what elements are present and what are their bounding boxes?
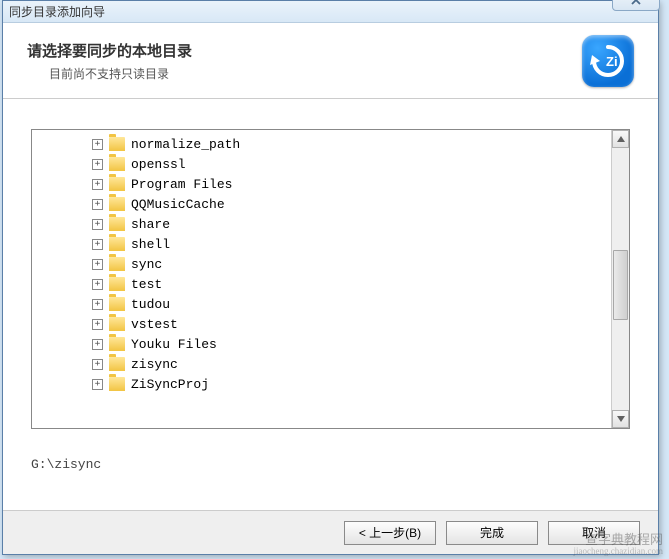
folder-tree-panel: + normalize_path + openssl + Program Files + QQ… — [31, 129, 630, 429]
expand-icon[interactable]: + — [92, 359, 103, 370]
expand-icon[interactable]: + — [92, 239, 103, 250]
header-title: 请选择要同步的本地目录 — [27, 40, 192, 61]
folder-icon — [109, 317, 125, 331]
expand-icon[interactable]: + — [92, 219, 103, 230]
folder-icon — [109, 177, 125, 191]
tree-item-label: shell — [131, 237, 170, 252]
folder-icon — [109, 297, 125, 311]
tree-item[interactable]: + Program Files — [32, 174, 611, 194]
tree-item[interactable]: + shell — [32, 234, 611, 254]
finish-button[interactable]: 完成 — [446, 521, 538, 545]
folder-icon — [109, 157, 125, 171]
tree-item[interactable]: + sync — [32, 254, 611, 274]
content-area: + normalize_path + openssl + Program Files + QQ… — [3, 99, 658, 510]
tree-item-label: QQMusicCache — [131, 197, 225, 212]
scroll-up-button[interactable] — [612, 130, 629, 148]
tree-item[interactable]: + ZiSyncProj — [32, 374, 611, 394]
tree-item[interactable]: + zisync — [32, 354, 611, 374]
folder-icon — [109, 217, 125, 231]
folder-icon — [109, 337, 125, 351]
tree-item[interactable]: + vstest — [32, 314, 611, 334]
chevron-down-icon — [617, 416, 625, 422]
tree-item[interactable]: + normalize_path — [32, 134, 611, 154]
expand-icon[interactable]: + — [92, 179, 103, 190]
folder-icon — [109, 357, 125, 371]
zisync-logo-icon: Zi — [588, 41, 628, 81]
tree-item-label: vstest — [131, 317, 178, 332]
expand-icon[interactable]: + — [92, 199, 103, 210]
tree-item[interactable]: + QQMusicCache — [32, 194, 611, 214]
tree-item-label: ZiSyncProj — [131, 377, 209, 392]
cancel-button[interactable]: 取消 — [548, 521, 640, 545]
button-bar: < 上一步(B) 完成 取消 — [3, 510, 658, 554]
scrollbar[interactable] — [611, 130, 629, 428]
scroll-thumb[interactable] — [613, 250, 628, 320]
expand-icon[interactable]: + — [92, 339, 103, 350]
tree-item[interactable]: + tudou — [32, 294, 611, 314]
folder-icon — [109, 237, 125, 251]
expand-icon[interactable]: + — [92, 299, 103, 310]
tree-item[interactable]: + openssl — [32, 154, 611, 174]
folder-icon — [109, 377, 125, 391]
tree-item-label: zisync — [131, 357, 178, 372]
close-icon — [630, 0, 642, 5]
folder-icon — [109, 257, 125, 271]
wizard-window: 同步目录添加向导 请选择要同步的本地目录 目前尚不支持只读目录 Zi + norm… — [2, 0, 659, 555]
tree-item-label: sync — [131, 257, 162, 272]
tree-item-label: test — [131, 277, 162, 292]
window-title: 同步目录添加向导 — [9, 3, 105, 20]
tree-item-label: openssl — [131, 157, 186, 172]
titlebar: 同步目录添加向导 — [3, 1, 658, 23]
expand-icon[interactable]: + — [92, 279, 103, 290]
folder-icon — [109, 277, 125, 291]
expand-icon[interactable]: + — [92, 159, 103, 170]
expand-icon[interactable]: + — [92, 139, 103, 150]
selected-path: G:\zisync — [31, 457, 630, 472]
header-subtitle: 目前尚不支持只读目录 — [27, 65, 192, 82]
chevron-up-icon — [617, 136, 625, 142]
tree-item[interactable]: + test — [32, 274, 611, 294]
tree-item-label: share — [131, 217, 170, 232]
expand-icon[interactable]: + — [92, 379, 103, 390]
folder-icon — [109, 137, 125, 151]
expand-icon[interactable]: + — [92, 259, 103, 270]
app-logo: Zi — [582, 35, 634, 87]
expand-icon[interactable]: + — [92, 319, 103, 330]
tree-item-label: tudou — [131, 297, 170, 312]
back-button[interactable]: < 上一步(B) — [344, 521, 436, 545]
wizard-header: 请选择要同步的本地目录 目前尚不支持只读目录 Zi — [3, 23, 658, 99]
close-button[interactable] — [612, 0, 660, 11]
tree-item-label: Youku Files — [131, 337, 217, 352]
tree-item[interactable]: + Youku Files — [32, 334, 611, 354]
svg-text:Zi: Zi — [606, 54, 618, 69]
header-text: 请选择要同步的本地目录 目前尚不支持只读目录 — [27, 40, 192, 82]
tree-item-label: normalize_path — [131, 137, 240, 152]
tree-item-label: Program Files — [131, 177, 232, 192]
tree-item[interactable]: + share — [32, 214, 611, 234]
folder-icon — [109, 197, 125, 211]
folder-tree[interactable]: + normalize_path + openssl + Program Files + QQ… — [32, 130, 611, 428]
scroll-down-button[interactable] — [612, 410, 629, 428]
